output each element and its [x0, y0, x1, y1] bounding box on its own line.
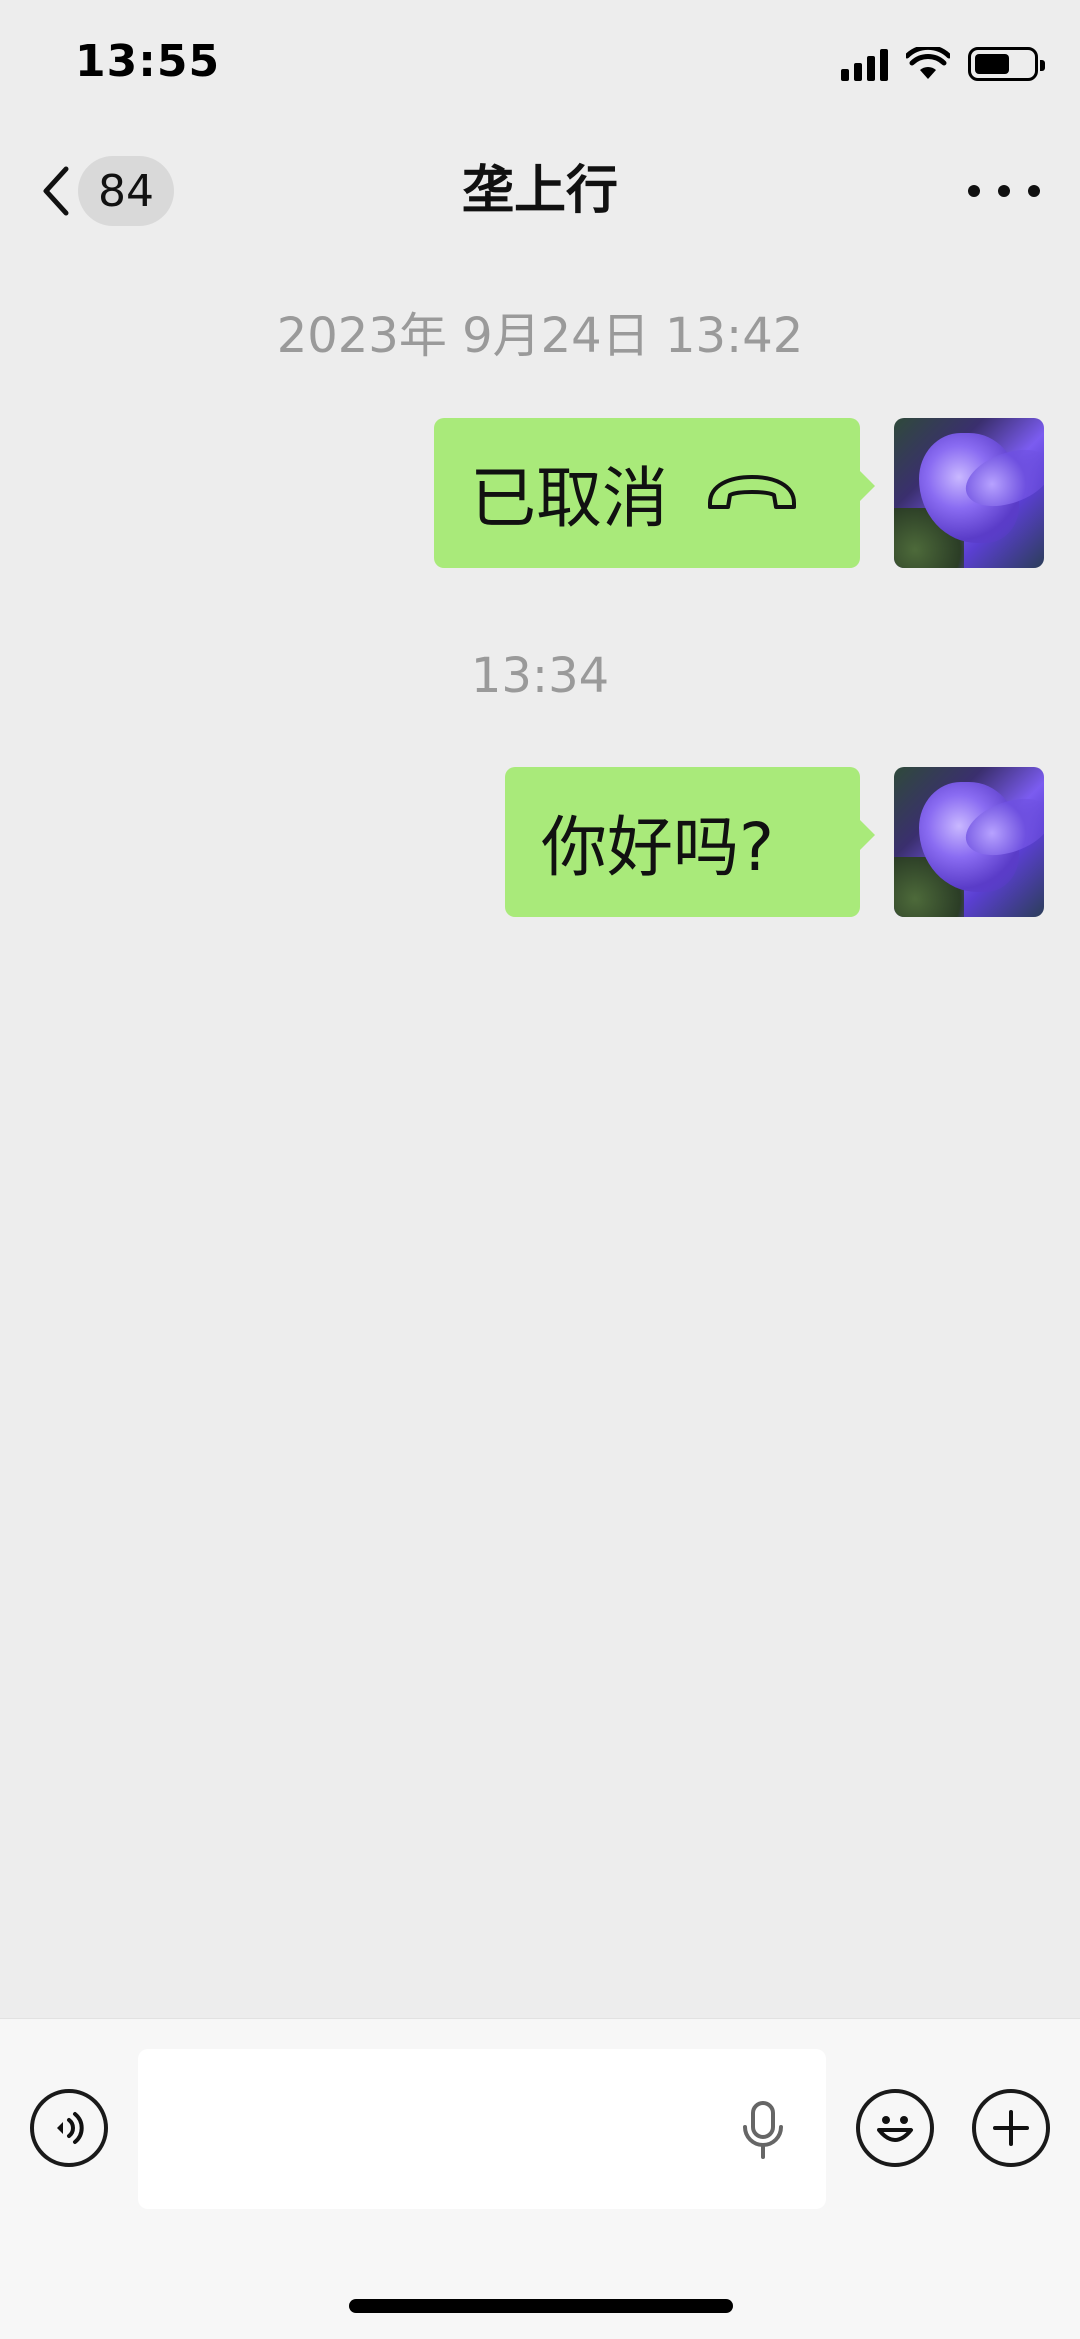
message-text: 你好吗? [541, 809, 775, 886]
plus-icon [993, 2110, 1029, 2146]
chat-title: 垄上行 [461, 161, 618, 221]
dot [968, 185, 980, 197]
status-time: 13:55 [75, 36, 221, 87]
message-timestamp: 13:34 [470, 648, 610, 704]
microphone-icon[interactable] [738, 2099, 788, 2163]
smiley-face-icon [877, 2116, 913, 2142]
message-bubble[interactable]: 你好吗? [505, 767, 875, 917]
more-options-button[interactable] [968, 165, 1040, 217]
dot [1028, 185, 1040, 197]
dot [998, 185, 1010, 197]
more-actions-button[interactable] [972, 2089, 1050, 2167]
message-timestamp: 2023年 9月24日 13:42 [276, 308, 804, 364]
chat-screen: 13:55 84 垄上行 2023年 9月24日 13:42 已取消 13:34… [0, 0, 1080, 2339]
avatar[interactable] [894, 767, 1044, 917]
message-text: 已取消 [470, 460, 668, 537]
phone-hangup-icon [704, 473, 800, 513]
battery-icon [968, 47, 1045, 81]
voice-mode-button[interactable] [30, 2089, 108, 2167]
status-icons [841, 44, 1045, 84]
message-row: 已取消 [434, 418, 1044, 568]
message-row: 你好吗? [505, 767, 1044, 917]
input-bar [0, 2018, 1080, 2339]
status-bar: 13:55 [0, 0, 1080, 135]
cellular-signal-icon [841, 47, 888, 81]
emoji-button[interactable] [856, 2089, 934, 2167]
message-input[interactable] [138, 2049, 826, 2209]
home-indicator [349, 2299, 733, 2313]
wifi-icon [906, 47, 950, 79]
nav-bar: 84 垄上行 [0, 135, 1080, 245]
avatar[interactable] [894, 418, 1044, 568]
message-bubble[interactable]: 已取消 [434, 418, 875, 568]
voice-wave-icon [57, 2112, 84, 2144]
